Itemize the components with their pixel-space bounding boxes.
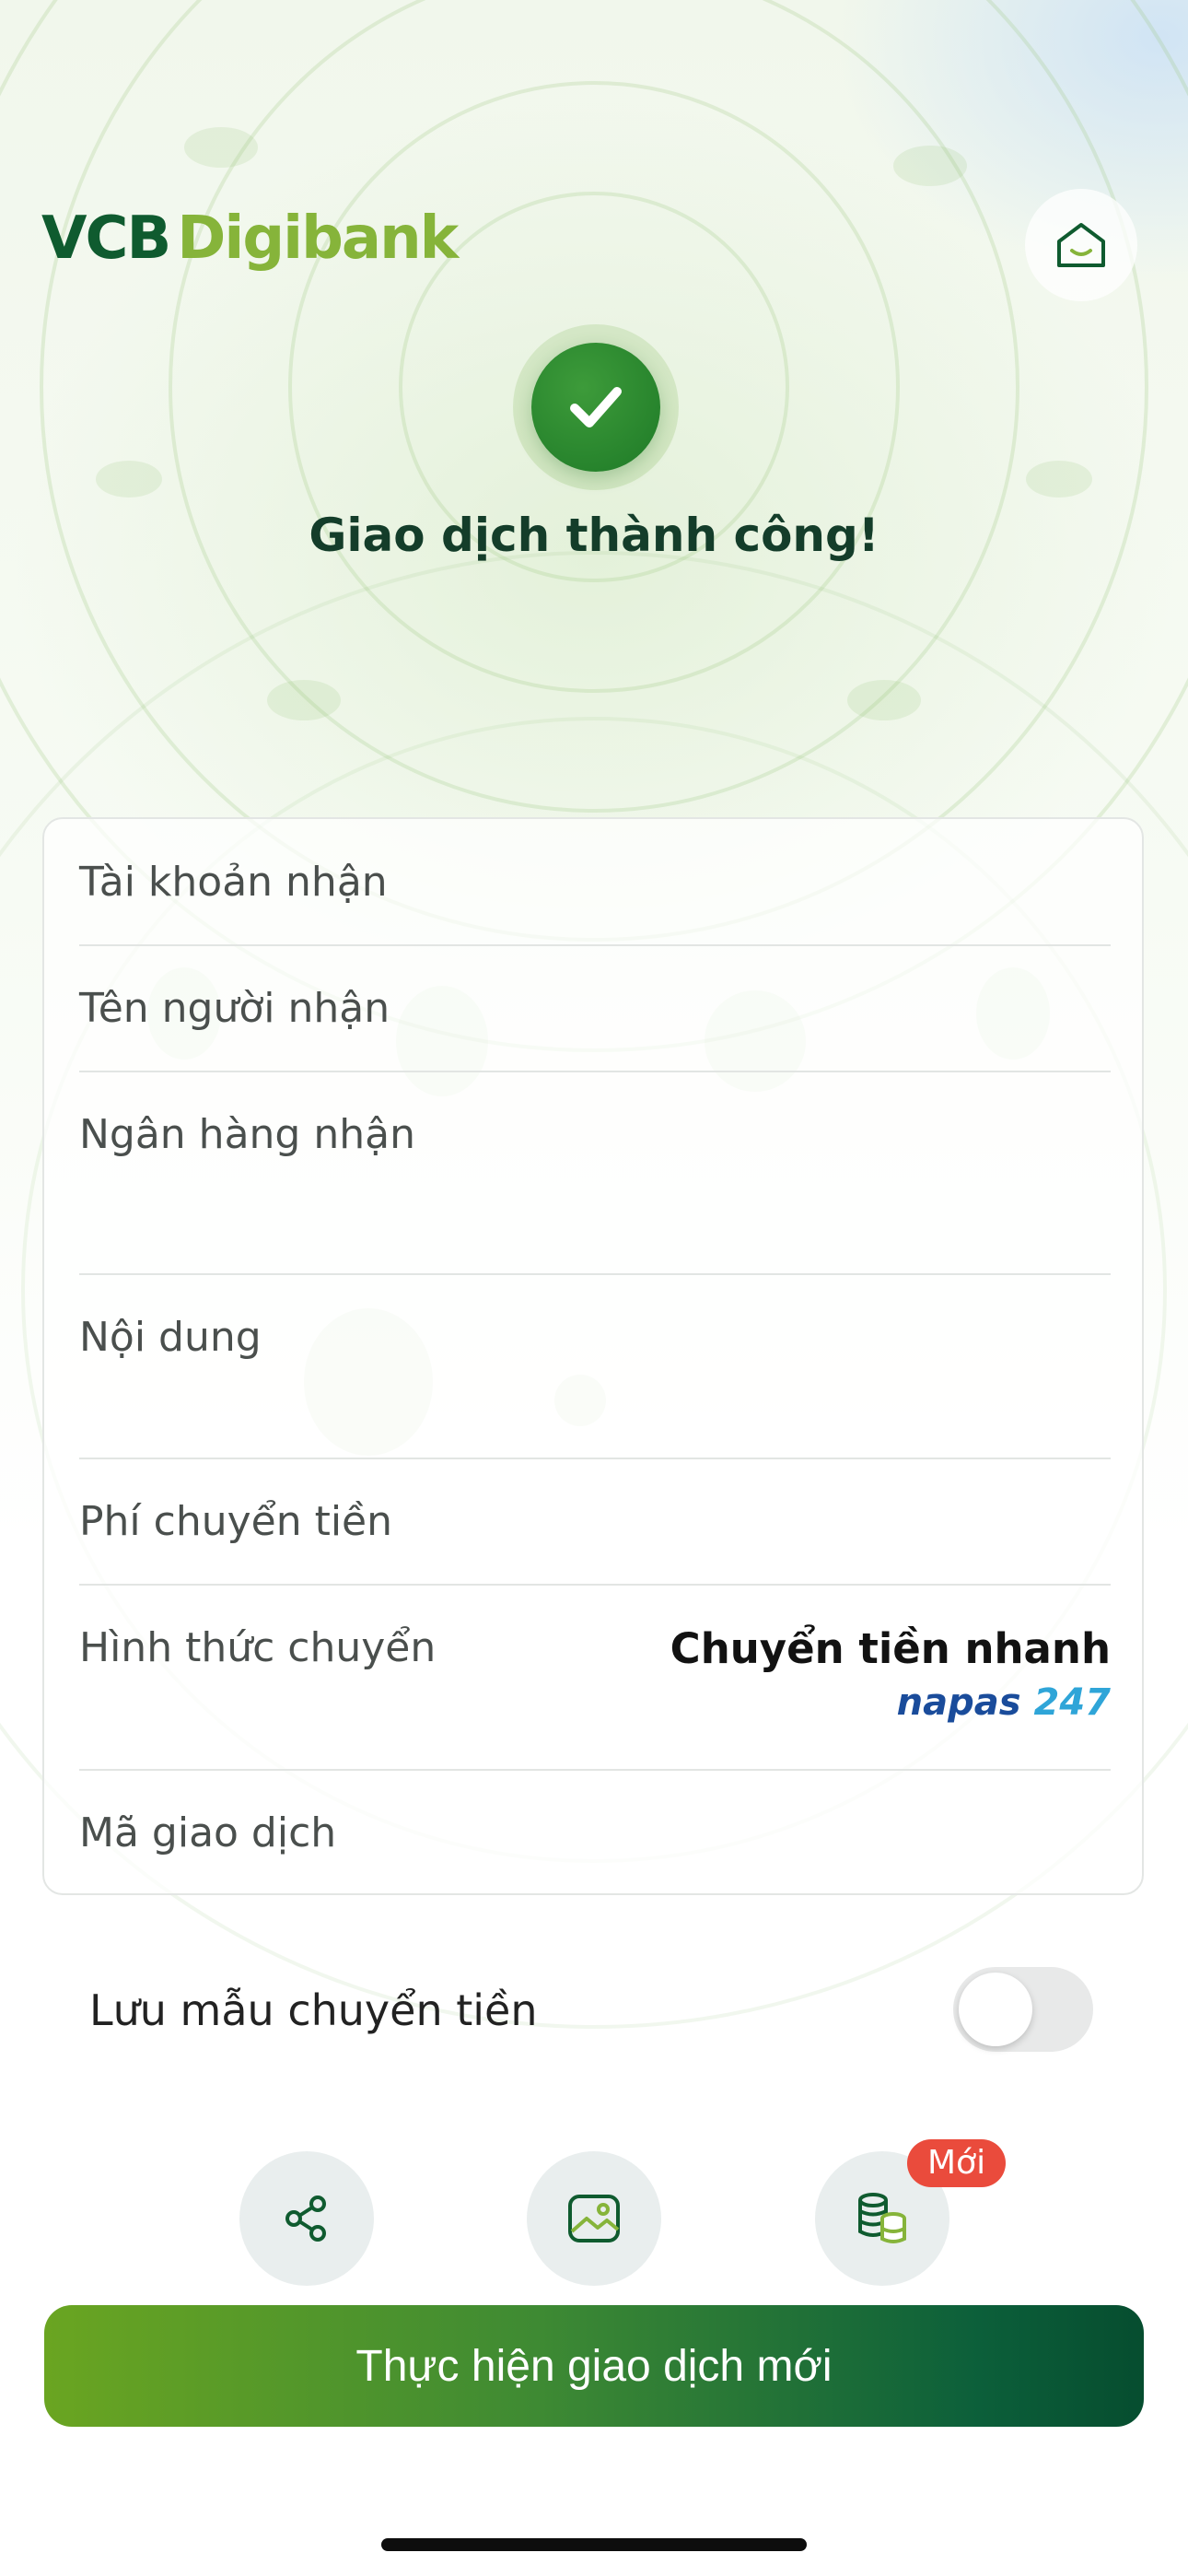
new-badge: Mới: [907, 2139, 1007, 2187]
logo-digibank-text: Digibank: [177, 205, 459, 273]
divider: [79, 944, 1111, 946]
method-value: Chuyển tiền nhanh: [670, 1624, 1111, 1673]
bank-label: Ngân hàng nhận: [79, 1111, 415, 1158]
divider: [79, 1584, 1111, 1586]
divider: [79, 1769, 1111, 1771]
new-transaction-button[interactable]: Thực hiện giao dịch mới: [44, 2305, 1144, 2427]
divider: [79, 1458, 1111, 1459]
napas-247-text: 247: [1033, 1681, 1112, 1724]
save-template-toggle[interactable]: [953, 1967, 1093, 2052]
success-check-icon: [531, 343, 660, 472]
home-indicator: [381, 2538, 807, 2551]
account-label: Tài khoản nhận: [79, 859, 388, 906]
detail-row-method: Hình thức chuyển Chuyển tiền nhanh napas…: [79, 1624, 1111, 1735]
vcb-digibank-logo: VCB Digibank: [41, 205, 459, 278]
logo-vcb-text: VCB: [41, 205, 171, 273]
toggle-knob: [959, 1973, 1032, 2046]
success-title: Giao dịch thành công!: [309, 509, 879, 562]
fee-label: Phí chuyển tiền: [79, 1498, 393, 1545]
divider: [79, 1071, 1111, 1072]
divider: [79, 1273, 1111, 1275]
home-button[interactable]: [1025, 189, 1137, 301]
recipient-label: Tên người nhận: [79, 985, 390, 1032]
save-template-label: Lưu mẫu chuyển tiền: [89, 1985, 538, 2035]
transaction-details-card: Tài khoản nhận Tên người nhận Ngân hàng …: [42, 817, 1144, 1895]
share-button[interactable]: [239, 2151, 374, 2286]
napas-text: napas: [896, 1681, 1021, 1724]
coins-stack-icon: [858, 2193, 906, 2243]
transaction-id-label: Mã giao dịch: [79, 1809, 337, 1856]
save-image-button[interactable]: [527, 2151, 661, 2286]
napas247-logo: napas 247: [897, 1681, 1111, 1724]
share-icon: [285, 2195, 326, 2242]
method-label: Hình thức chuyển: [79, 1624, 437, 1671]
image-icon: [568, 2195, 620, 2242]
home-icon: [1057, 223, 1105, 267]
content-label: Nội dung: [79, 1314, 262, 1361]
